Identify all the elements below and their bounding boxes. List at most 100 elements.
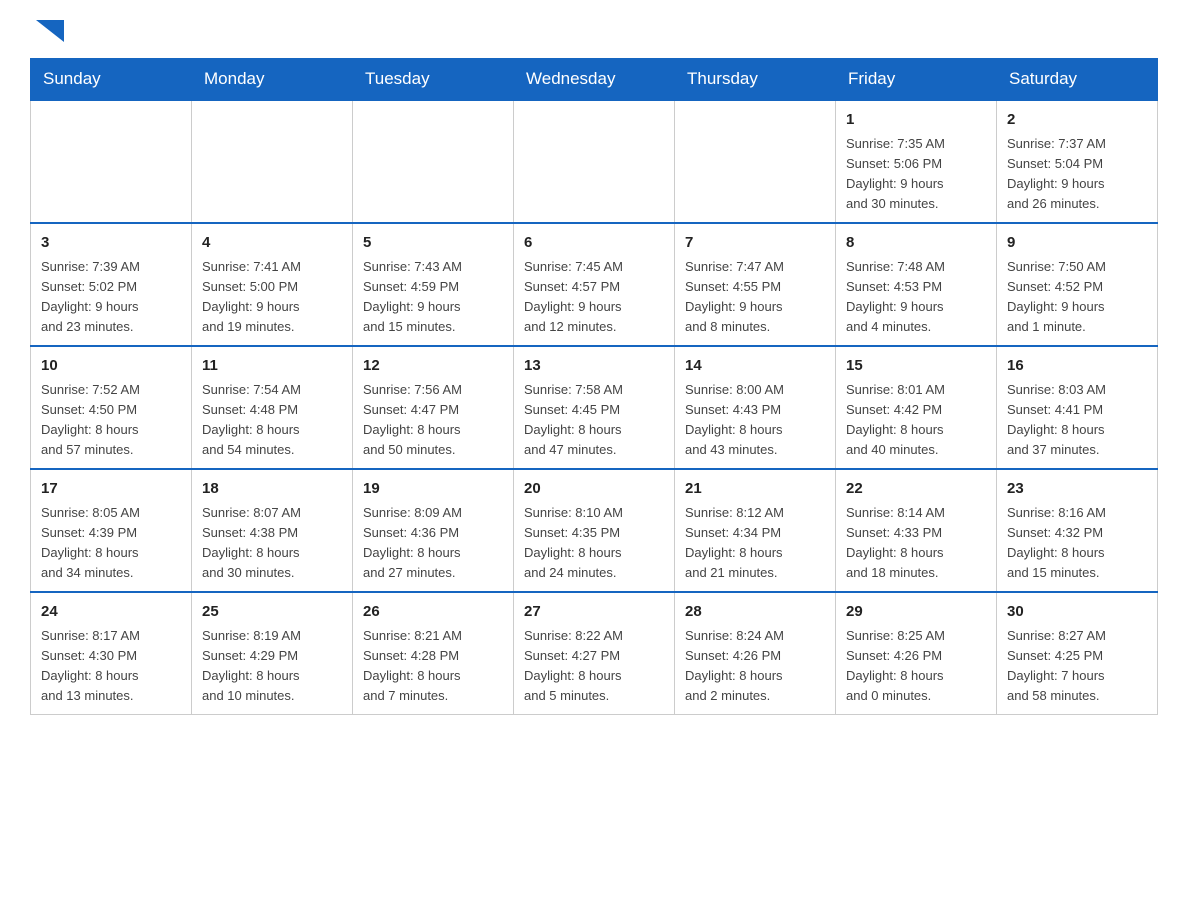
day-info: Sunrise: 8:14 AM Sunset: 4:33 PM Dayligh… [846,503,986,584]
day-number: 24 [41,601,181,624]
calendar-cell: 30Sunrise: 8:27 AM Sunset: 4:25 PM Dayli… [997,592,1158,715]
day-number: 10 [41,355,181,378]
calendar-week-row: 10Sunrise: 7:52 AM Sunset: 4:50 PM Dayli… [31,346,1158,469]
calendar-cell: 1Sunrise: 7:35 AM Sunset: 5:06 PM Daylig… [836,100,997,223]
day-info: Sunrise: 7:47 AM Sunset: 4:55 PM Dayligh… [685,257,825,338]
day-info: Sunrise: 8:22 AM Sunset: 4:27 PM Dayligh… [524,626,664,707]
day-info: Sunrise: 8:07 AM Sunset: 4:38 PM Dayligh… [202,503,342,584]
day-number: 7 [685,232,825,255]
day-info: Sunrise: 7:39 AM Sunset: 5:02 PM Dayligh… [41,257,181,338]
day-number: 25 [202,601,342,624]
page: Sunday Monday Tuesday Wednesday Thursday… [0,0,1188,735]
calendar-cell [192,100,353,223]
calendar-cell: 17Sunrise: 8:05 AM Sunset: 4:39 PM Dayli… [31,469,192,592]
calendar-cell: 7Sunrise: 7:47 AM Sunset: 4:55 PM Daylig… [675,223,836,346]
day-number: 19 [363,478,503,501]
day-number: 6 [524,232,664,255]
day-number: 18 [202,478,342,501]
calendar-cell: 3Sunrise: 7:39 AM Sunset: 5:02 PM Daylig… [31,223,192,346]
col-saturday: Saturday [997,59,1158,101]
day-info: Sunrise: 8:17 AM Sunset: 4:30 PM Dayligh… [41,626,181,707]
calendar-cell: 5Sunrise: 7:43 AM Sunset: 4:59 PM Daylig… [353,223,514,346]
calendar-cell: 11Sunrise: 7:54 AM Sunset: 4:48 PM Dayli… [192,346,353,469]
day-number: 22 [846,478,986,501]
day-info: Sunrise: 7:52 AM Sunset: 4:50 PM Dayligh… [41,380,181,461]
calendar-cell [514,100,675,223]
logo [30,20,68,48]
calendar-cell: 14Sunrise: 8:00 AM Sunset: 4:43 PM Dayli… [675,346,836,469]
col-friday: Friday [836,59,997,101]
day-number: 21 [685,478,825,501]
day-info: Sunrise: 8:16 AM Sunset: 4:32 PM Dayligh… [1007,503,1147,584]
calendar-cell: 16Sunrise: 8:03 AM Sunset: 4:41 PM Dayli… [997,346,1158,469]
day-info: Sunrise: 8:21 AM Sunset: 4:28 PM Dayligh… [363,626,503,707]
calendar-cell: 27Sunrise: 8:22 AM Sunset: 4:27 PM Dayli… [514,592,675,715]
calendar-cell: 13Sunrise: 7:58 AM Sunset: 4:45 PM Dayli… [514,346,675,469]
calendar-cell: 19Sunrise: 8:09 AM Sunset: 4:36 PM Dayli… [353,469,514,592]
day-number: 9 [1007,232,1147,255]
day-number: 15 [846,355,986,378]
day-info: Sunrise: 7:41 AM Sunset: 5:00 PM Dayligh… [202,257,342,338]
day-number: 4 [202,232,342,255]
day-number: 28 [685,601,825,624]
day-number: 1 [846,109,986,132]
day-info: Sunrise: 8:10 AM Sunset: 4:35 PM Dayligh… [524,503,664,584]
calendar-table: Sunday Monday Tuesday Wednesday Thursday… [30,58,1158,715]
day-info: Sunrise: 8:09 AM Sunset: 4:36 PM Dayligh… [363,503,503,584]
day-number: 8 [846,232,986,255]
day-info: Sunrise: 8:00 AM Sunset: 4:43 PM Dayligh… [685,380,825,461]
day-info: Sunrise: 8:05 AM Sunset: 4:39 PM Dayligh… [41,503,181,584]
day-info: Sunrise: 7:56 AM Sunset: 4:47 PM Dayligh… [363,380,503,461]
calendar-cell: 15Sunrise: 8:01 AM Sunset: 4:42 PM Dayli… [836,346,997,469]
calendar-cell: 6Sunrise: 7:45 AM Sunset: 4:57 PM Daylig… [514,223,675,346]
day-info: Sunrise: 8:27 AM Sunset: 4:25 PM Dayligh… [1007,626,1147,707]
calendar-cell: 12Sunrise: 7:56 AM Sunset: 4:47 PM Dayli… [353,346,514,469]
day-info: Sunrise: 8:03 AM Sunset: 4:41 PM Dayligh… [1007,380,1147,461]
calendar-cell: 18Sunrise: 8:07 AM Sunset: 4:38 PM Dayli… [192,469,353,592]
calendar-week-row: 24Sunrise: 8:17 AM Sunset: 4:30 PM Dayli… [31,592,1158,715]
col-monday: Monday [192,59,353,101]
day-number: 23 [1007,478,1147,501]
calendar-cell [675,100,836,223]
calendar-cell: 29Sunrise: 8:25 AM Sunset: 4:26 PM Dayli… [836,592,997,715]
day-number: 5 [363,232,503,255]
calendar-cell: 8Sunrise: 7:48 AM Sunset: 4:53 PM Daylig… [836,223,997,346]
day-number: 29 [846,601,986,624]
day-info: Sunrise: 8:19 AM Sunset: 4:29 PM Dayligh… [202,626,342,707]
calendar-cell: 4Sunrise: 7:41 AM Sunset: 5:00 PM Daylig… [192,223,353,346]
calendar-cell: 23Sunrise: 8:16 AM Sunset: 4:32 PM Dayli… [997,469,1158,592]
day-number: 26 [363,601,503,624]
day-info: Sunrise: 7:43 AM Sunset: 4:59 PM Dayligh… [363,257,503,338]
day-number: 17 [41,478,181,501]
calendar-cell: 9Sunrise: 7:50 AM Sunset: 4:52 PM Daylig… [997,223,1158,346]
day-info: Sunrise: 7:35 AM Sunset: 5:06 PM Dayligh… [846,134,986,215]
col-wednesday: Wednesday [514,59,675,101]
day-info: Sunrise: 7:48 AM Sunset: 4:53 PM Dayligh… [846,257,986,338]
day-info: Sunrise: 7:50 AM Sunset: 4:52 PM Dayligh… [1007,257,1147,338]
day-info: Sunrise: 8:25 AM Sunset: 4:26 PM Dayligh… [846,626,986,707]
calendar-cell: 21Sunrise: 8:12 AM Sunset: 4:34 PM Dayli… [675,469,836,592]
day-number: 14 [685,355,825,378]
day-number: 27 [524,601,664,624]
day-number: 3 [41,232,181,255]
day-info: Sunrise: 8:24 AM Sunset: 4:26 PM Dayligh… [685,626,825,707]
calendar-cell: 20Sunrise: 8:10 AM Sunset: 4:35 PM Dayli… [514,469,675,592]
col-tuesday: Tuesday [353,59,514,101]
day-number: 12 [363,355,503,378]
calendar-cell: 22Sunrise: 8:14 AM Sunset: 4:33 PM Dayli… [836,469,997,592]
col-sunday: Sunday [31,59,192,101]
calendar-cell [31,100,192,223]
calendar-cell: 10Sunrise: 7:52 AM Sunset: 4:50 PM Dayli… [31,346,192,469]
day-number: 16 [1007,355,1147,378]
day-number: 13 [524,355,664,378]
calendar-header-row: Sunday Monday Tuesday Wednesday Thursday… [31,59,1158,101]
day-number: 2 [1007,109,1147,132]
day-info: Sunrise: 7:37 AM Sunset: 5:04 PM Dayligh… [1007,134,1147,215]
col-thursday: Thursday [675,59,836,101]
calendar-cell: 2Sunrise: 7:37 AM Sunset: 5:04 PM Daylig… [997,100,1158,223]
day-info: Sunrise: 8:01 AM Sunset: 4:42 PM Dayligh… [846,380,986,461]
calendar-cell: 25Sunrise: 8:19 AM Sunset: 4:29 PM Dayli… [192,592,353,715]
header [30,20,1158,48]
calendar-cell: 28Sunrise: 8:24 AM Sunset: 4:26 PM Dayli… [675,592,836,715]
calendar-week-row: 3Sunrise: 7:39 AM Sunset: 5:02 PM Daylig… [31,223,1158,346]
